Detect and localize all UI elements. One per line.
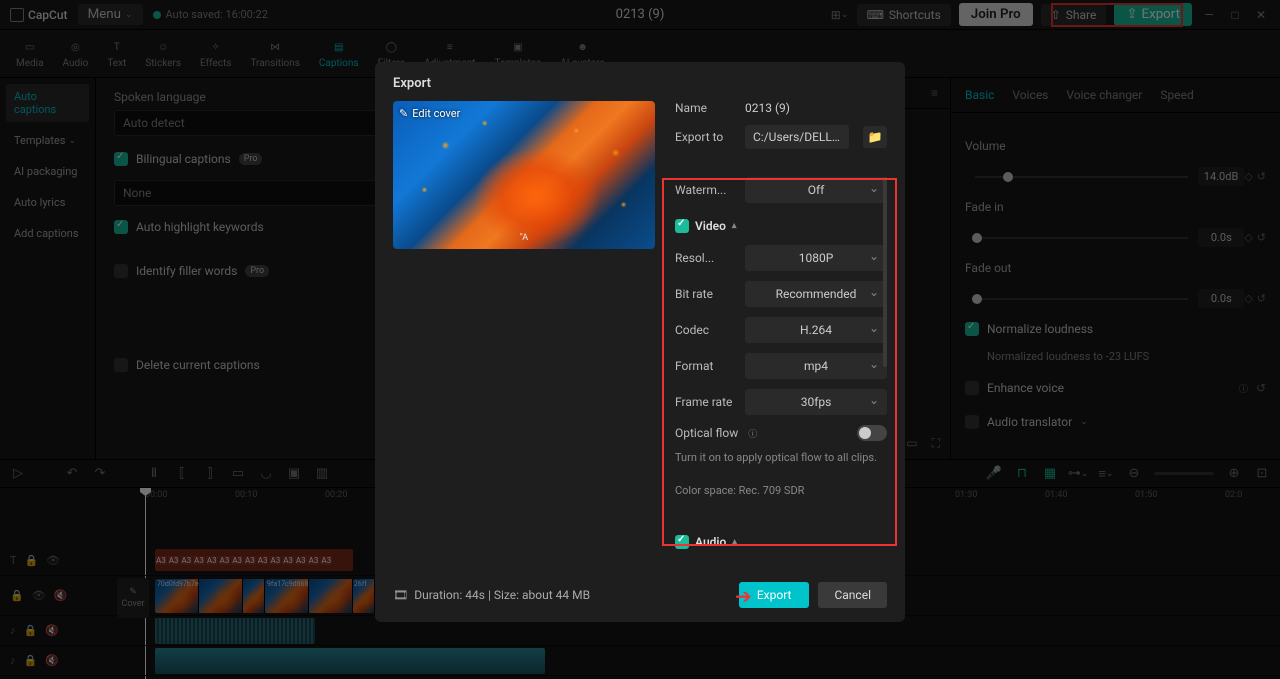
annotation-arrow: ➔ <box>735 584 752 608</box>
name-value[interactable]: 0213 (9) <box>745 101 887 115</box>
info-icon[interactable]: ⓘ <box>748 427 757 440</box>
checkbox-icon[interactable] <box>675 219 689 233</box>
folder-icon[interactable]: 📁 <box>863 126 887 148</box>
framerate-select[interactable]: 30fps <box>745 389 887 415</box>
exportto-value[interactable]: C:/Users/DELL/AppDa... <box>745 125 849 149</box>
resolution-select[interactable]: 1080P <box>745 245 887 271</box>
edit-cover-button[interactable]: ✎ Edit cover <box>399 107 460 120</box>
checkbox-icon[interactable] <box>675 535 689 549</box>
video-section-header[interactable]: Video▴ <box>675 219 887 233</box>
audio-section-header[interactable]: Audio▴ <box>675 535 887 549</box>
cover-preview[interactable]: ✎ Edit cover "A <box>393 101 655 249</box>
film-icon: 🎞 <box>393 588 408 602</box>
optical-hint: Turn it on to apply optical flow to all … <box>675 451 887 464</box>
modal-title: Export <box>393 76 887 91</box>
scrollbar[interactable] <box>883 177 887 367</box>
name-row: Name 0213 (9) <box>675 101 887 115</box>
cancel-button[interactable]: Cancel <box>818 582 887 608</box>
bitrate-select[interactable]: Recommended <box>745 281 887 307</box>
watermark-row: Waterm... Off <box>675 177 887 203</box>
cover-caption: "A <box>520 233 528 243</box>
export-info: 🎞 Duration: 44s | Size: about 44 MB <box>393 588 590 602</box>
optical-flow-row: Optical flowⓘ <box>675 425 887 441</box>
format-select[interactable]: mp4 <box>745 353 887 379</box>
export-modal: Export ✎ Edit cover "A Name 0213 (9) Exp… <box>375 62 905 622</box>
exportto-row: Export to C:/Users/DELL/AppDa... 📁 <box>675 125 887 149</box>
codec-select[interactable]: H.264 <box>745 317 887 343</box>
colorspace-info: Color space: Rec. 709 SDR <box>675 484 887 497</box>
optical-flow-toggle[interactable] <box>857 425 887 441</box>
watermark-select[interactable]: Off <box>745 177 887 203</box>
